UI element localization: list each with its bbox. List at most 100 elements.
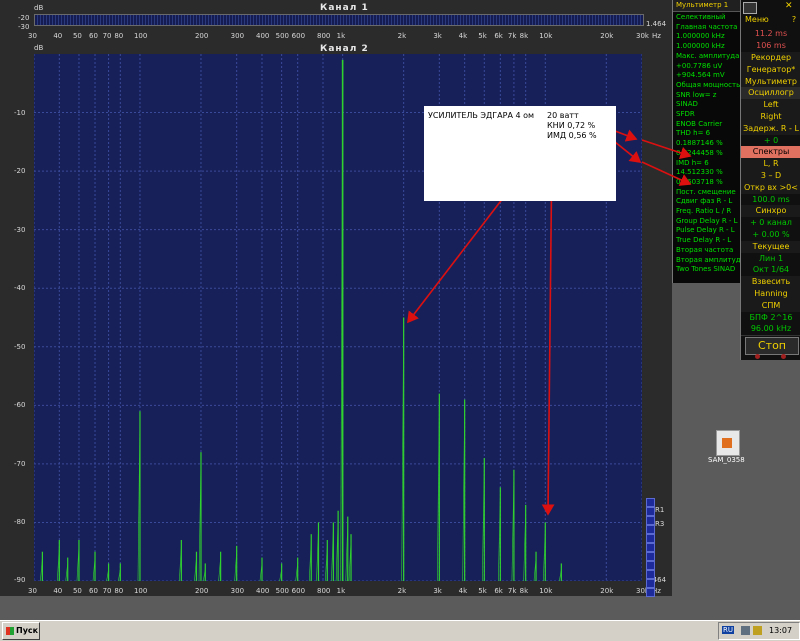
freq-tick-label: 1k (336, 32, 346, 40)
freq-tick-label: 300 (230, 587, 245, 595)
freq-tick-label: 8k (519, 587, 529, 595)
spectrum-analyzer-window: dB Канал 1 -20 -30 1.464 dB Канал 2 1.46… (0, 0, 672, 597)
multimeter-title: Мультиметр 1 (676, 1, 729, 9)
file-icon[interactable] (716, 430, 740, 456)
legend-swatch[interactable] (646, 570, 655, 579)
stop-label: Стоп (757, 339, 786, 352)
freq-tick-label: 500 (275, 32, 289, 40)
multimeter-row: THD h= 6 (676, 129, 711, 138)
multimeter-row: 1.000000 kHz (676, 32, 725, 41)
freq-tick-label: 800 (316, 32, 331, 40)
status-led-2 (781, 354, 786, 359)
freq-tick-label: 400 (255, 587, 270, 595)
multimeter-row: Пост. смещение (676, 187, 736, 196)
system-tray: RU 13:07 (718, 622, 800, 640)
freq-tick-label: 2k (397, 587, 407, 595)
multimeter-row: True Delay R - L (676, 236, 732, 245)
ch1-title: Канал 1 (320, 3, 369, 13)
freq-tick-label: 30 (28, 32, 37, 40)
freq-tick-label: 200 (194, 32, 209, 40)
time-value-1: 11.2 ms (754, 29, 788, 38)
freq-tick-label: 6k (494, 32, 503, 40)
freq-tick-label: 70 (102, 32, 112, 40)
freq-tick-label: 60 (89, 587, 98, 595)
multimeter-row: Freq. Ratio L / R (676, 207, 732, 215)
multimeter-row: Селективный (676, 13, 726, 21)
note-thd: КНИ 0,72 % (547, 121, 596, 130)
legend-swatch[interactable] (646, 525, 655, 534)
start-label: Пуск (16, 626, 39, 635)
multimeter-row: 14.512330 % (676, 168, 723, 177)
freq-tick-label: 20k (600, 587, 614, 595)
network-icon[interactable] (741, 626, 750, 635)
legend-swatch[interactable] (646, 579, 655, 588)
freq-tick-label: 3k (433, 587, 442, 595)
db-tick-label: -80 (14, 518, 26, 527)
time-value-2: 106 ms (756, 41, 786, 50)
legend-swatch[interactable] (646, 543, 655, 552)
clock: 13:07 (769, 626, 793, 635)
freq-tick-label: 70 (102, 587, 112, 595)
freq-tick-label: 40 (53, 587, 63, 595)
ch2-db-unit: dB (34, 44, 44, 52)
freq-tick-label: 10k (539, 32, 553, 40)
freq-tick-label: 600 (291, 32, 306, 40)
db-tick-label: -30 (14, 225, 26, 234)
multimeter-row: Вторая частота (676, 245, 734, 254)
close-icon[interactable]: ✕ (785, 1, 799, 11)
freq-tick-label: 60 (89, 32, 98, 40)
multimeter-row: Pulse Delay R - L (676, 226, 735, 235)
freq-tick-label: 100 (133, 32, 148, 40)
freq-tick-label: 200 (194, 587, 209, 595)
freq-tick-label: 8k (519, 32, 529, 40)
db-tick-label: -90 (14, 576, 26, 584)
multimeter-row: 0.5603718 % (676, 177, 723, 186)
freq-tick-label: 400 (255, 32, 270, 40)
db-tick-label: -70 (14, 459, 26, 468)
control-panel: ✕ Меню ? 11.2 ms 106 ms Рекордер Генерато… (740, 0, 800, 360)
freq-tick-label: 500 (275, 587, 289, 595)
legend-swatch[interactable] (646, 561, 655, 570)
help-button[interactable]: ? (789, 14, 799, 26)
freq-tick-label: 1k (336, 587, 346, 595)
freq-tick-label: 20k (600, 32, 614, 40)
legend-swatch[interactable] (646, 498, 655, 507)
menu-button[interactable]: Меню (741, 14, 785, 26)
freq-tick-label: 80 (114, 32, 124, 40)
speaker-icon[interactable] (753, 626, 762, 635)
legend-label: R3 (655, 520, 665, 528)
ch2-title: Канал 2 (320, 44, 369, 54)
desktop-area (740, 360, 800, 596)
freq-tick-label: 2k (397, 32, 407, 40)
legend-swatch[interactable] (646, 534, 655, 543)
desktop-icon-label[interactable]: SAM_0358 (708, 456, 745, 464)
freq-tick-label: 300 (230, 32, 245, 40)
db-tick-label: -40 (14, 284, 26, 293)
freq-tick-label: 30k (636, 32, 649, 40)
freq-tick-label: 7k (507, 587, 517, 595)
freq-tick-label: 80 (114, 587, 124, 595)
ch1-level-strip (34, 14, 644, 26)
start-button[interactable]: Пуск (2, 622, 40, 640)
multimeter-row: 0.7244458 % (676, 148, 723, 157)
multimeter-row: +904.564 mV (676, 71, 725, 80)
note-title: УСИЛИТЕЛЬ ЭДГАРА 4 ом (428, 111, 535, 120)
multimeter-row: SNR low= z (676, 90, 717, 99)
multimeter-row: Group Delay R - L (676, 216, 738, 225)
multimeter-row: ENOB Carrier (676, 119, 723, 128)
db-tick-label: -50 (14, 342, 26, 351)
legend-swatch[interactable] (646, 588, 655, 597)
multimeter-row: IMD h= 6 (676, 158, 709, 167)
multimeter-row: SINAD (676, 100, 698, 109)
legend-swatch[interactable] (646, 552, 655, 561)
legend-swatch[interactable] (646, 507, 655, 516)
stop-button[interactable]: Стоп (745, 337, 799, 355)
multimeter-row: Сдвиг фаз R - L (676, 197, 733, 206)
ch1-db-unit: dB (34, 4, 44, 12)
ch1-y-top: -20 (18, 14, 30, 22)
freq-tick-label: 10k (539, 587, 553, 595)
legend-swatch[interactable] (646, 516, 655, 525)
control-button[interactable]: 96.00 kHz (741, 323, 800, 337)
lang-indicator[interactable]: RU (722, 626, 734, 634)
note-imd: ИМД 0,56 % (547, 131, 597, 140)
